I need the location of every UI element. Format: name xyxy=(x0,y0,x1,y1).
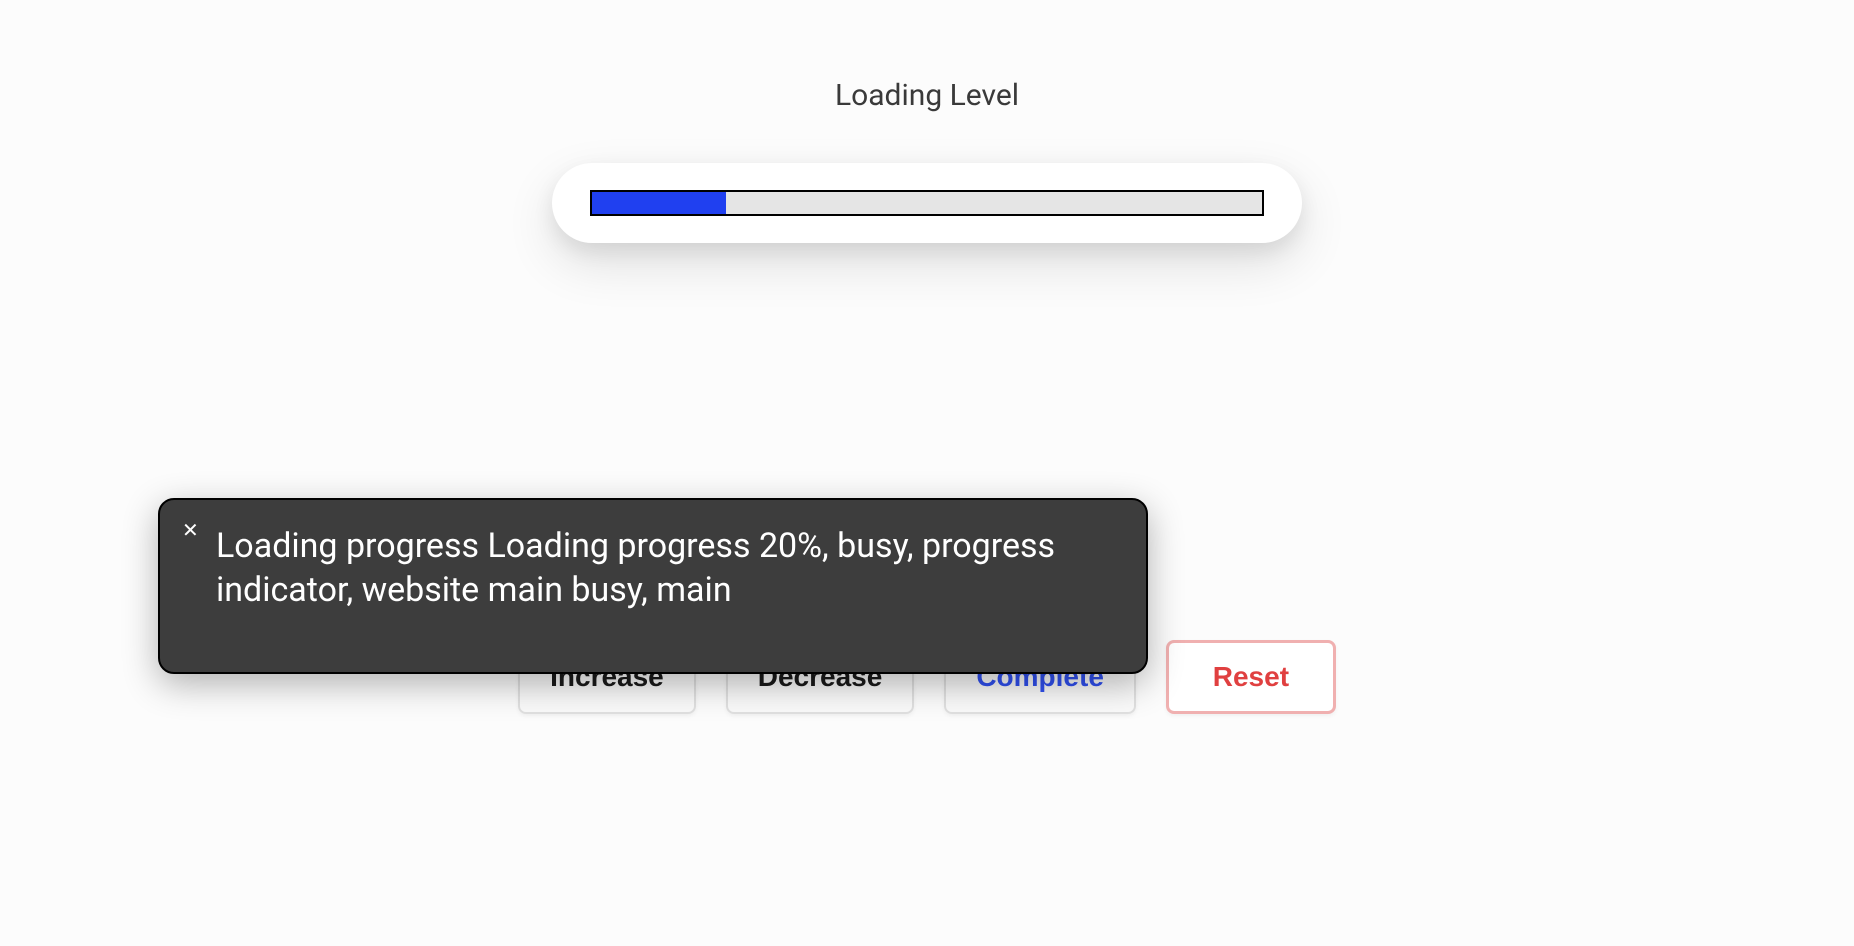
page-title: Loading Level xyxy=(835,78,1019,113)
progress-card xyxy=(552,163,1302,243)
close-icon[interactable]: ✕ xyxy=(182,520,199,540)
accessibility-tooltip: ✕ Loading progress Loading progress 20%,… xyxy=(158,498,1148,674)
reset-button[interactable]: Reset xyxy=(1166,640,1336,714)
tooltip-text: Loading progress Loading progress 20%, b… xyxy=(216,524,1116,612)
main-container: Loading Level xyxy=(0,0,1854,243)
progress-bar xyxy=(590,190,1264,216)
progress-bar-fill xyxy=(592,192,726,214)
